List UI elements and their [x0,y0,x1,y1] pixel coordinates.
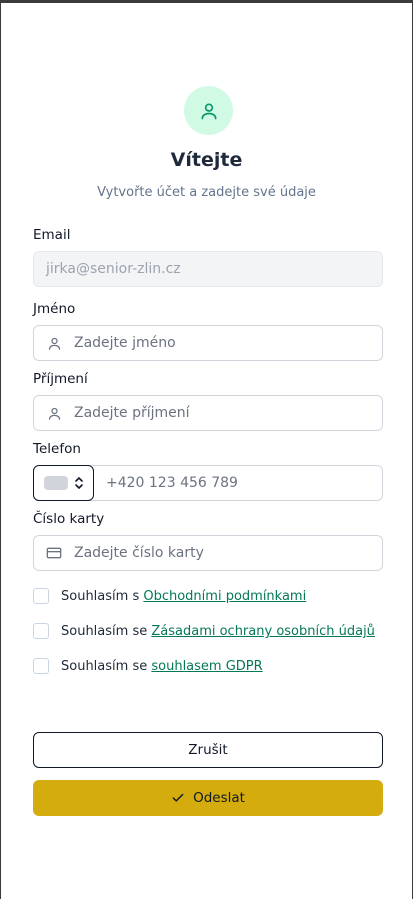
submit-label: Odeslat [193,790,245,806]
card-input[interactable]: Zadejte číslo karty [33,535,383,571]
gdpr-link[interactable]: souhlasem GDPR [151,659,262,674]
terms-link[interactable]: Obchodními podmínkami [143,589,306,604]
email-field: jirka@senior-zlin.cz [33,251,383,287]
consent-terms-text: Souhlasím s Obchodními podmínkami [61,589,307,604]
card-label: Číslo karty [33,511,105,527]
email-value: jirka@senior-zlin.cz [46,261,181,277]
phone-label: Telefon [33,441,81,457]
page-subtitle: Vytvořte účet a zadejte své údaje [97,185,316,200]
card-placeholder: Zadejte číslo karty [74,545,204,561]
country-select[interactable] [33,464,94,501]
check-icon [172,793,184,802]
consent-checkbox-terms[interactable] [33,588,49,604]
privacy-link[interactable]: Zásadami ochrany osobních údajů [151,624,375,639]
user-icon [201,103,216,119]
last-name-input[interactable]: Zadejte příjmení [33,395,383,431]
first-name-input[interactable]: Zadejte jméno [33,325,383,361]
consent-checkbox-gdpr[interactable] [33,658,49,674]
phone-field: +420 123 456 789 [33,464,383,501]
user-icon [34,326,74,360]
consent-privacy-text: Souhlasím se Zásadami ochrany osobních ú… [61,624,375,639]
avatar [184,86,233,135]
cancel-button[interactable]: Zrušit [33,732,383,768]
submit-button[interactable]: Odeslat [33,780,383,816]
user-icon [34,396,74,430]
first-name-label: Jméno [33,301,76,317]
last-name-placeholder: Zadejte příjmení [74,405,190,421]
consent-checkbox-privacy[interactable] [33,623,49,639]
last-name-label: Příjmení [33,371,88,387]
phone-input[interactable]: +420 123 456 789 [94,475,238,491]
email-label: Email [33,227,71,243]
consent-gdpr-text: Souhlasím se souhlasem GDPR [61,659,263,674]
first-name-placeholder: Zadejte jméno [74,335,176,351]
flag-icon [43,475,68,490]
cancel-label: Zrušit [188,742,228,758]
credit-card-icon [34,536,74,570]
page-title: Vítejte [170,149,243,171]
chevron-up-down-icon [74,476,83,489]
